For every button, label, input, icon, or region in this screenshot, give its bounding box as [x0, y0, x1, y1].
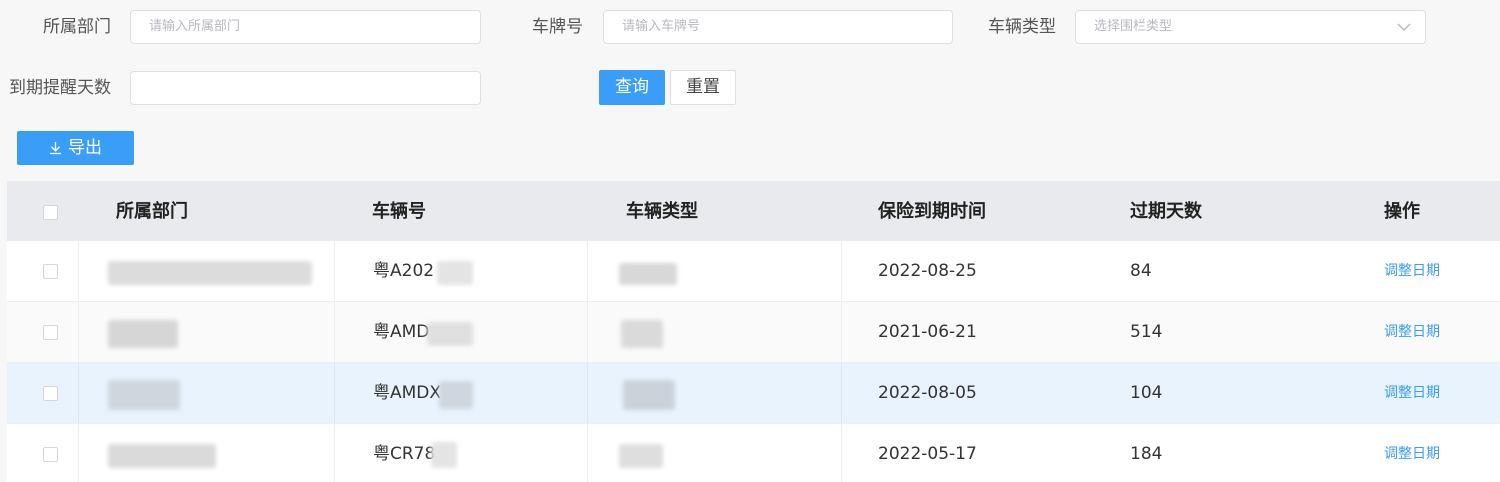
adjust-date-link[interactable]: 调整日期 — [1384, 241, 1440, 301]
vehicle-type-select[interactable]: 选择围栏类型 — [1075, 10, 1426, 44]
chevron-down-icon — [1397, 23, 1411, 31]
table-row: 粤CR78 2022-05-17 184 调整日期 — [7, 424, 1500, 482]
plate-cell: 粤A202 — [373, 261, 435, 281]
select-all-checkbox[interactable] — [43, 205, 58, 220]
plate-label: 车牌号 — [532, 17, 583, 37]
redacted-department — [108, 261, 312, 285]
column-divider — [587, 424, 588, 482]
column-divider — [78, 363, 79, 423]
reminder-days-input[interactable] — [130, 71, 481, 105]
column-divider — [587, 302, 588, 362]
export-label: 导出 — [68, 138, 102, 158]
vehicle-insurance-table: 所属部门 车辆号 车辆类型 保险到期时间 过期天数 操作 粤A202 2022-… — [7, 181, 1500, 482]
adjust-date-link[interactable]: 调整日期 — [1384, 363, 1440, 423]
overdue-days-cell: 104 — [1130, 383, 1163, 403]
overdue-days-cell: 184 — [1130, 444, 1163, 464]
column-header-department: 所属部门 — [116, 201, 188, 222]
expiry-date-cell: 2022-08-05 — [878, 383, 977, 403]
query-button[interactable]: 查询 — [599, 70, 665, 105]
table-row: 粤AMD 2021-06-21 514 调整日期 — [7, 302, 1500, 363]
download-icon — [50, 142, 61, 155]
row-checkbox[interactable] — [43, 325, 58, 340]
column-header-vehicle-type: 车辆类型 — [626, 201, 698, 222]
redacted-department — [108, 320, 178, 348]
overdue-days-cell: 84 — [1130, 261, 1152, 281]
plate-input[interactable]: 请输入车牌号 — [603, 10, 953, 44]
reminder-days-label: 到期提醒天数 — [9, 78, 111, 98]
redacted-plate — [439, 381, 473, 409]
plate-cell: 粤CR78 — [373, 444, 436, 464]
column-divider — [587, 363, 588, 423]
row-checkbox[interactable] — [43, 386, 58, 401]
expiry-date-cell: 2022-08-25 — [878, 261, 977, 281]
redacted-vehicle-type — [619, 263, 677, 285]
column-divider — [78, 302, 79, 362]
row-checkbox[interactable] — [43, 447, 58, 462]
vehicle-type-placeholder: 选择围栏类型 — [1094, 19, 1173, 34]
redacted-plate — [431, 442, 457, 468]
column-divider — [334, 302, 335, 362]
column-header-expiry-time: 保险到期时间 — [878, 201, 986, 222]
table-header: 所属部门 车辆号 车辆类型 保险到期时间 过期天数 操作 — [7, 181, 1500, 241]
plate-placeholder: 请输入车牌号 — [622, 19, 701, 34]
column-divider — [587, 241, 588, 301]
redacted-plate — [437, 261, 473, 285]
column-header-overdue-days: 过期天数 — [1130, 201, 1202, 222]
expiry-date-cell: 2021-06-21 — [878, 322, 977, 342]
vehicle-type-label: 车辆类型 — [988, 17, 1056, 37]
column-divider — [841, 302, 842, 362]
export-button[interactable]: 导出 — [17, 131, 134, 165]
department-label: 所属部门 — [43, 17, 111, 37]
adjust-date-link[interactable]: 调整日期 — [1384, 302, 1440, 362]
column-divider — [334, 241, 335, 301]
table-row: 粤AMDX 2022-08-05 104 调整日期 — [7, 363, 1500, 424]
column-header-plate: 车辆号 — [372, 201, 426, 222]
department-input[interactable]: 请输入所属部门 — [130, 10, 481, 44]
table-row: 粤A202 2022-08-25 84 调整日期 — [7, 241, 1500, 302]
redacted-department — [108, 380, 180, 410]
expiry-date-cell: 2022-05-17 — [878, 444, 977, 464]
department-placeholder: 请输入所属部门 — [149, 19, 241, 34]
column-divider — [841, 424, 842, 482]
column-divider — [334, 424, 335, 482]
redacted-department — [108, 444, 216, 468]
column-header-actions: 操作 — [1384, 201, 1420, 222]
overdue-days-cell: 514 — [1130, 322, 1163, 342]
plate-cell: 粤AMDX — [373, 383, 442, 403]
column-divider — [78, 424, 79, 482]
adjust-date-link[interactable]: 调整日期 — [1384, 424, 1440, 482]
redacted-vehicle-type — [623, 380, 675, 410]
column-divider — [334, 363, 335, 423]
column-divider — [841, 241, 842, 301]
column-divider — [78, 241, 79, 301]
page: 所属部门 请输入所属部门 车牌号 请输入车牌号 车辆类型 选择围栏类型 到期提醒… — [0, 0, 1500, 482]
row-checkbox[interactable] — [43, 264, 58, 279]
reset-button[interactable]: 重置 — [670, 70, 736, 105]
redacted-vehicle-type — [621, 320, 663, 348]
column-divider — [841, 363, 842, 423]
plate-cell: 粤AMD — [373, 322, 430, 342]
redacted-vehicle-type — [619, 444, 663, 468]
redacted-plate — [427, 322, 473, 346]
